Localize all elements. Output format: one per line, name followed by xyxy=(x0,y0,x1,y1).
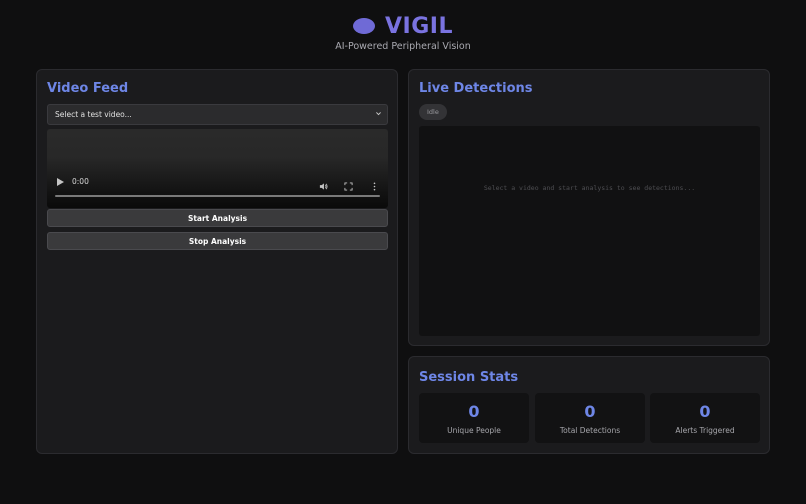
chevron-down-icon xyxy=(375,110,382,119)
test-video-select[interactable]: Select a test video... xyxy=(47,104,388,125)
stat-card-total-detections: 0 Total Detections xyxy=(535,393,645,443)
stat-value: 0 xyxy=(699,402,711,421)
session-stats-panel: Session Stats 0 Unique People 0 Total De… xyxy=(408,356,770,454)
video-progress-bar[interactable] xyxy=(55,195,380,197)
detections-list: Select a video and start analysis to see… xyxy=(419,126,760,336)
app-title: VIGIL xyxy=(385,13,453,39)
session-stats-title: Session Stats xyxy=(419,370,519,385)
play-icon[interactable] xyxy=(57,178,64,188)
stat-value: 0 xyxy=(584,402,596,421)
stop-analysis-button[interactable]: Stop Analysis xyxy=(47,232,388,250)
stat-card-alerts-triggered: 0 Alerts Triggered xyxy=(650,393,760,443)
stat-label: Total Detections xyxy=(559,426,621,435)
video-time: 0:00 xyxy=(72,177,89,186)
fullscreen-icon[interactable] xyxy=(344,176,353,191)
video-feed-panel: Video Feed Select a test video... 0:00 S… xyxy=(36,69,398,454)
stat-label: Unique People xyxy=(447,426,501,435)
detections-empty-message: Select a video and start analysis to see… xyxy=(483,184,696,192)
more-icon[interactable] xyxy=(370,176,379,191)
video-player[interactable]: 0:00 xyxy=(47,129,388,208)
app-subtitle: AI-Powered Peripheral Vision xyxy=(335,41,471,52)
live-detections-panel: Live Detections Idle Select a video and … xyxy=(408,69,770,346)
brand: VIGIL xyxy=(0,10,806,42)
eye-icon xyxy=(353,18,375,34)
volume-icon[interactable] xyxy=(319,176,328,190)
stat-label: Alerts Triggered xyxy=(675,426,735,435)
status-badge: Idle xyxy=(419,104,447,120)
video-feed-title: Video Feed xyxy=(47,81,129,96)
test-video-select-value: Select a test video... xyxy=(55,110,132,119)
app-header: VIGIL AI-Powered Peripheral Vision xyxy=(0,0,806,60)
live-detections-title: Live Detections xyxy=(419,81,533,96)
start-analysis-button[interactable]: Start Analysis xyxy=(47,209,388,227)
stat-card-unique-people: 0 Unique People xyxy=(419,393,529,443)
stat-value: 0 xyxy=(468,402,480,421)
